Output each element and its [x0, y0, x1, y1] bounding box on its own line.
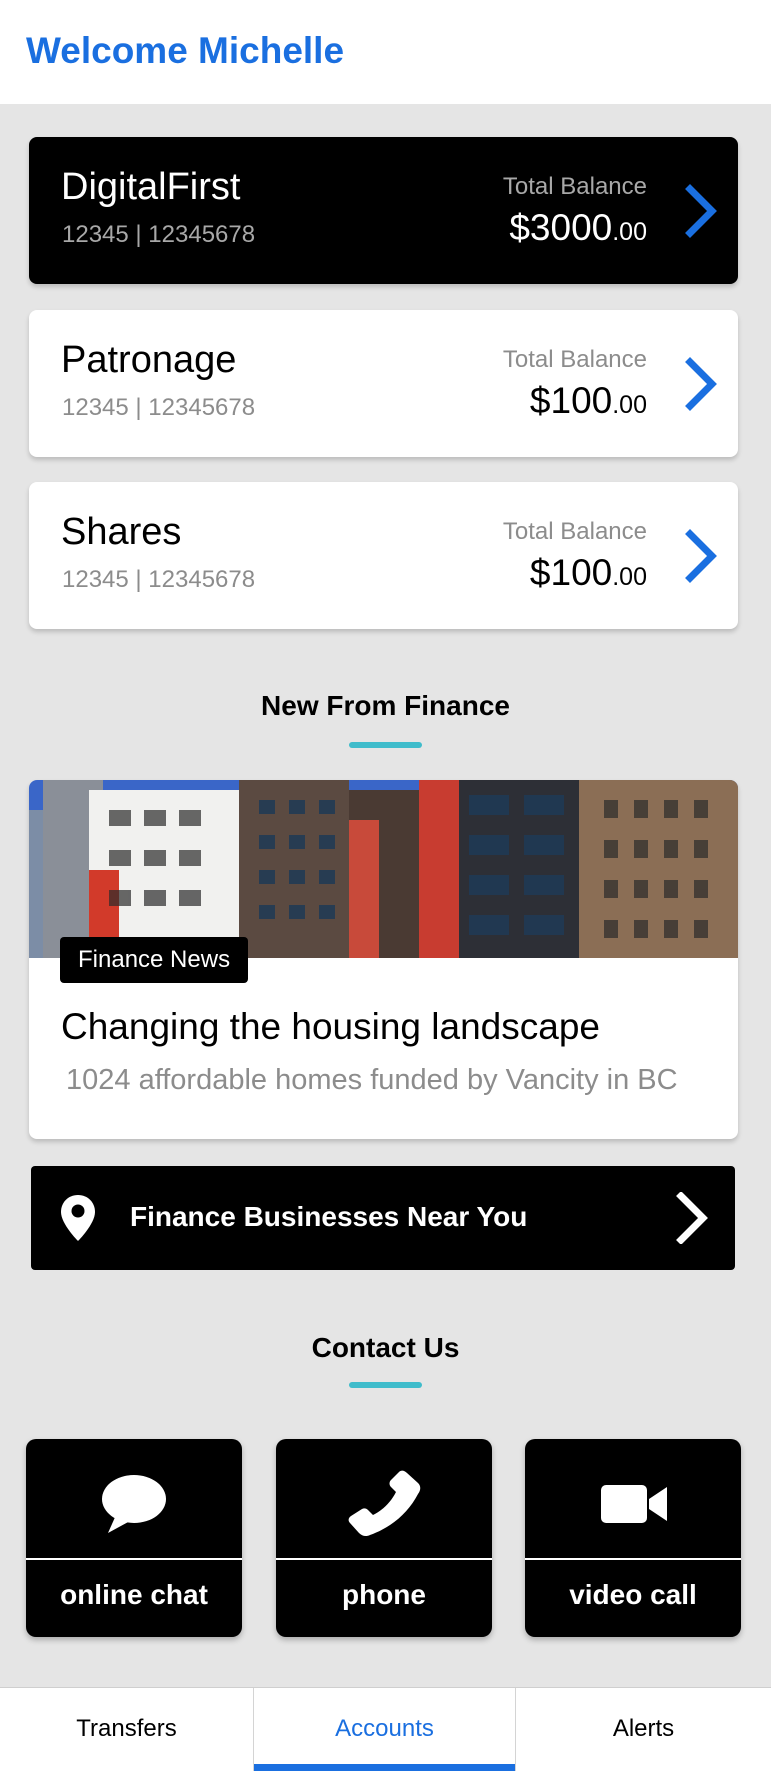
chevron-right-icon [685, 184, 717, 238]
tab-label: Transfers [76, 1715, 177, 1742]
news-subtitle: 1024 affordable homes funded by Vancity … [66, 1064, 678, 1096]
contact-section-title: Contact Us [311, 1332, 460, 1363]
location-pin-icon [61, 1195, 95, 1241]
active-tab-indicator [254, 1764, 515, 1771]
chevron-right-icon [685, 357, 717, 411]
chevron-right-icon [685, 529, 717, 583]
businesses-near-you-button[interactable]: Finance Businesses Near You [31, 1166, 735, 1270]
divider [525, 1558, 741, 1560]
balance-amount: $3000.00 [509, 207, 647, 249]
news-category-tag: Finance News [60, 937, 249, 983]
chevron-right-icon [676, 1192, 708, 1244]
balance-main: $100 [529, 380, 613, 421]
account-number: 12345 | 12345678 [62, 566, 256, 593]
video-camera-icon [601, 1485, 667, 1523]
balance-amount: $100.00 [530, 552, 647, 594]
tab-label: Accounts [335, 1715, 434, 1742]
account-number: 12345 | 12345678 [62, 394, 256, 421]
divider [26, 1558, 242, 1560]
phone-button[interactable]: phone [276, 1439, 492, 1637]
bottom-tab-bar: Transfers Accounts Alerts [0, 1687, 771, 1771]
account-name: DigitalFirst [61, 166, 241, 208]
balance-cents: .00 [612, 563, 647, 591]
balance-cents: .00 [612, 391, 647, 419]
balance-label: Total Balance [502, 518, 647, 545]
video-call-button[interactable]: video call [525, 1439, 741, 1637]
tab-transfers[interactable]: Transfers [0, 1688, 253, 1771]
chat-bubble-icon [102, 1475, 166, 1533]
balance-amount: $100.00 [530, 380, 647, 422]
account-name: Shares [61, 511, 182, 553]
balance-label: Total Balance [502, 173, 647, 200]
news-image [29, 780, 738, 958]
account-card-shares[interactable]: Shares 12345 | 12345678 Total Balance $1… [29, 482, 738, 629]
balance-label: Total Balance [502, 346, 647, 373]
welcome-title: Welcome Michelle [26, 30, 345, 71]
news-section-title: New From Finance [261, 690, 510, 721]
news-title: Changing the housing landscape [61, 1006, 600, 1047]
account-name: Patronage [61, 339, 237, 381]
contact-label: phone [342, 1579, 426, 1610]
header: Welcome Michelle [0, 0, 771, 104]
balance-cents: .00 [612, 218, 647, 246]
account-number: 12345 | 12345678 [62, 221, 256, 248]
phone-icon [348, 1470, 421, 1537]
contact-label: online chat [60, 1579, 208, 1610]
section-underline [349, 1382, 422, 1388]
account-card-digitalfirst[interactable]: DigitalFirst 12345 | 12345678 Total Bala… [29, 137, 738, 284]
tab-alerts[interactable]: Alerts [516, 1688, 771, 1771]
divider [276, 1558, 492, 1560]
account-card-patronage[interactable]: Patronage 12345 | 12345678 Total Balance… [29, 310, 738, 457]
finder-label: Finance Businesses Near You [130, 1201, 528, 1232]
section-underline [349, 742, 422, 748]
news-card[interactable]: Finance News Changing the housing landsc… [29, 780, 738, 1139]
tab-label: Alerts [612, 1715, 675, 1742]
balance-main: $3000 [509, 207, 613, 248]
online-chat-button[interactable]: online chat [26, 1439, 242, 1637]
contact-label: video call [569, 1579, 697, 1610]
tab-accounts[interactable]: Accounts [253, 1688, 516, 1771]
balance-main: $100 [529, 552, 613, 593]
